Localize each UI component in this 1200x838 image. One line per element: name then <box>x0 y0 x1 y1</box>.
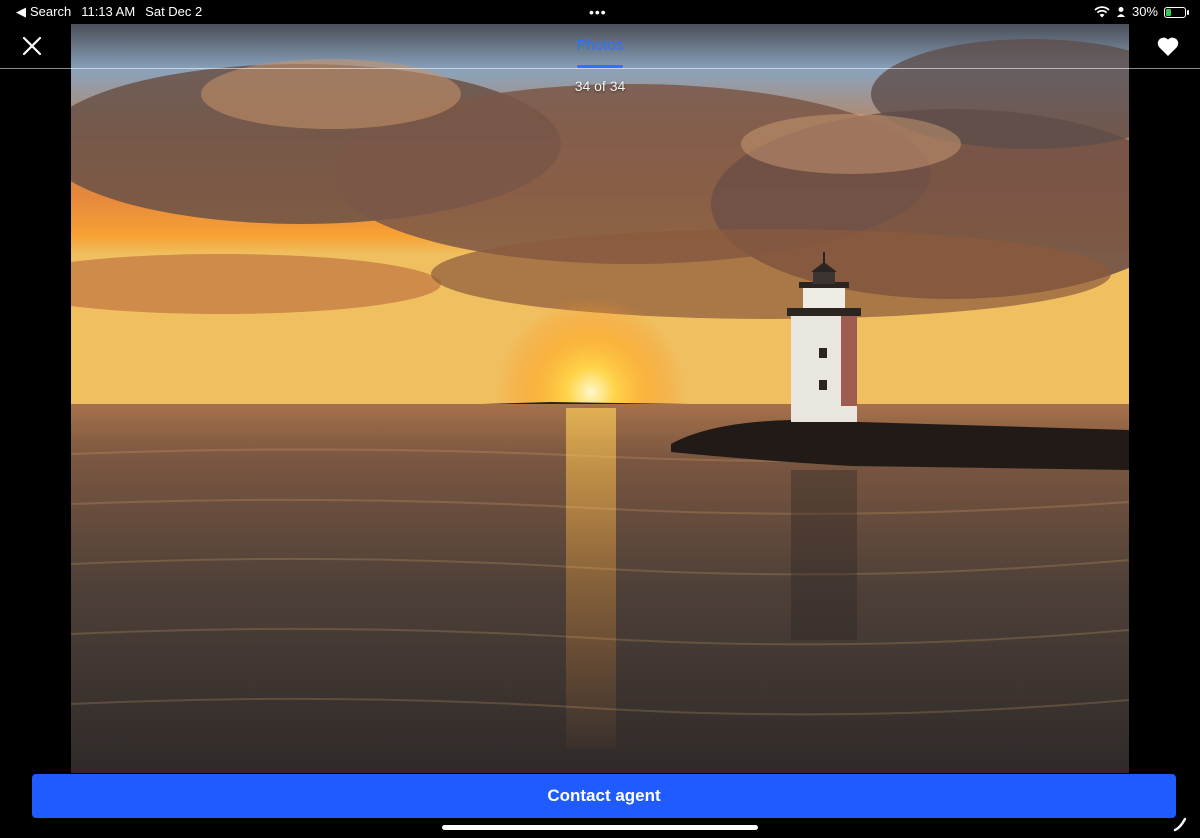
status-bar-left: ◀ Search 11:13 AM Sat Dec 2 <box>16 0 202 24</box>
status-time: 11:13 AM <box>81 4 136 19</box>
status-bar-right: 30% <box>1094 0 1189 24</box>
photo-viewer-screen: ◀ Search 11:13 AM Sat Dec 2 ••• 30% Phot… <box>0 0 1200 838</box>
lighthouse-sunset-image <box>71 24 1129 773</box>
status-date: Sat Dec 2 <box>145 4 203 19</box>
contact-agent-button[interactable]: Contact agent <box>32 774 1176 818</box>
location-icon <box>1116 7 1125 17</box>
listing-photo[interactable] <box>71 24 1129 773</box>
photo-viewer-header: Photos <box>0 24 1200 69</box>
back-label: Search <box>30 4 72 19</box>
multitasking-dots-icon[interactable]: ••• <box>589 0 607 24</box>
status-bar: ◀ Search 11:13 AM Sat Dec 2 ••• 30% <box>0 0 1200 24</box>
photo-counter: 34 of 34 <box>574 78 626 94</box>
battery-charging-icon <box>1164 6 1189 18</box>
pencil-icon[interactable] <box>1172 816 1188 832</box>
close-icon[interactable] <box>20 34 44 58</box>
wifi-icon <box>1094 6 1110 18</box>
tab-photos[interactable]: Photos <box>560 24 640 68</box>
battery-level-fill <box>1166 8 1171 16</box>
heart-icon[interactable] <box>1156 35 1180 57</box>
back-triangle-icon: ◀ <box>16 4 26 19</box>
battery-percent: 30% <box>1131 4 1158 19</box>
tab-photos-underline <box>577 65 623 68</box>
home-indicator[interactable] <box>442 825 758 830</box>
back-to-search-link[interactable]: ◀ Search <box>16 0 71 24</box>
